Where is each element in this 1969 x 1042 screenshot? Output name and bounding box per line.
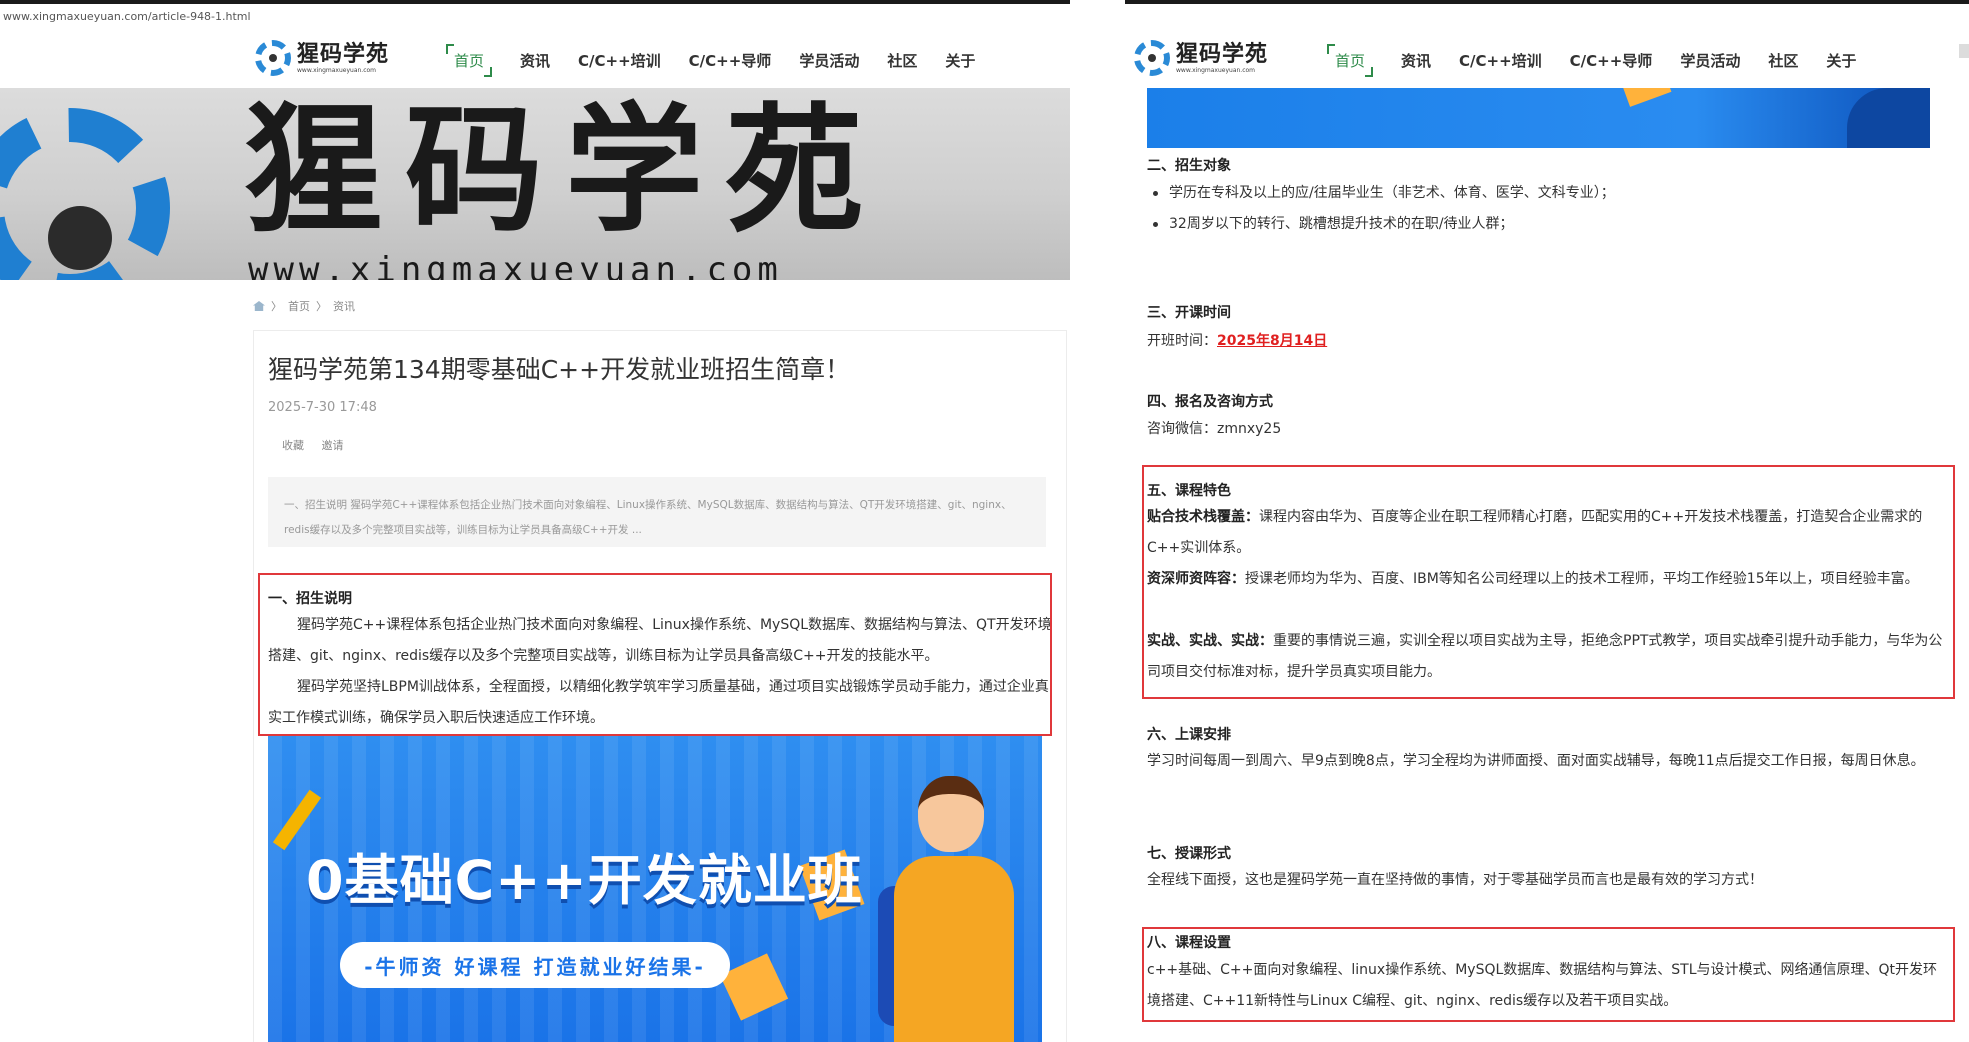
start-date-label: 开班时间：	[1147, 333, 1217, 349]
logo-name: 猩码学苑	[297, 41, 390, 67]
scrollbar-thumb[interactable]	[1959, 44, 1969, 58]
nav-home[interactable]: 首页	[446, 44, 493, 77]
nav-community[interactable]: 社区	[1768, 50, 1798, 71]
banner-tagline: -牛师资 好课程 打造就业好结果-	[340, 942, 730, 988]
main-nav: 首页 资讯 C/C++培训 C/C++导师 学员活动 社区 关于	[446, 44, 1003, 77]
nav-cpp-mentor[interactable]: C/C++导师	[689, 50, 772, 71]
banner-decoration	[1847, 88, 1930, 148]
hero-banner-image: 猩码学苑 www.xingmaxueyuan.com	[0, 88, 1070, 280]
breadcrumb-news[interactable]: 资讯	[333, 298, 355, 314]
home-icon[interactable]	[253, 301, 265, 311]
logo-url: www.xingmaxueyuan.com	[1176, 66, 1256, 74]
logo-url: www.xingmaxueyuan.com	[297, 66, 377, 74]
book-icon	[1622, 88, 1672, 107]
section-7-title: 七、授课形式	[1147, 846, 1231, 862]
article-title: 猩码学苑第134期零基础C++开发就业班招生简章！	[268, 355, 851, 384]
breadcrumb-home[interactable]: 首页	[288, 298, 310, 314]
section-3-title: 三、开课时间	[1147, 305, 1231, 321]
nav-about[interactable]: 关于	[945, 50, 975, 71]
nav-news[interactable]: 资讯	[520, 50, 550, 71]
nav-about[interactable]: 关于	[1826, 50, 1856, 71]
list-item: 学历在专科及以上的应/往届毕业生（非艺术、体育、医学、文科专业）；	[1147, 178, 1615, 209]
start-date-line: 开班时间：2025年8月14日	[1147, 326, 1327, 357]
section-6-title: 六、上课安排	[1147, 727, 1231, 743]
logo-mark-icon	[255, 40, 291, 76]
contact-wechat: 咨询微信：zmnxy25	[1147, 421, 1282, 437]
nav-cpp-mentor[interactable]: C/C++导师	[1570, 50, 1653, 71]
article-summary: 一、招生说明 猩码学苑C++课程体系包括企业热门技术面向对象编程、Linux操作…	[268, 477, 1046, 547]
site-logo[interactable]: 猩码学苑 www.xingmaxueyuan.com	[255, 40, 389, 76]
nav-student-activity[interactable]: 学员活动	[1680, 50, 1740, 71]
section-4-title: 四、报名及咨询方式	[1147, 394, 1273, 410]
logo-name: 猩码学苑	[1176, 41, 1269, 67]
section-2-title: 二、招生对象	[1147, 158, 1231, 174]
student-body	[894, 856, 1014, 1042]
start-date-link[interactable]: 2025年8月14日	[1217, 333, 1327, 349]
address-bar-url[interactable]: www.xingmaxueyuan.com/article-948-1.html	[3, 10, 251, 23]
site-logo[interactable]: 猩码学苑 www.xingmaxueyuan.com	[1134, 40, 1268, 76]
left-browser-panel: www.xingmaxueyuan.com/article-948-1.html…	[0, 0, 1070, 1042]
nav-student-activity[interactable]: 学员活动	[799, 50, 859, 71]
schedule-text: 学习时间每周一到周六、早9点到晚8点，学习全程均为讲师面授、面对面实战辅导，每晚…	[1147, 753, 1925, 769]
highlight-box-section-5	[1142, 465, 1955, 699]
favorite-button[interactable]: 收藏	[282, 439, 304, 452]
window-top-border	[0, 0, 1070, 4]
highlight-box-section-8	[1142, 927, 1955, 1022]
article-date: 2025-7-30 17:48	[268, 400, 377, 415]
nav-cpp-training[interactable]: C/C++培训	[578, 50, 661, 71]
course-banner-image-bottom	[1147, 88, 1930, 148]
breadcrumb-separator: 〉	[271, 300, 282, 313]
breadcrumb-separator: 〉	[316, 300, 327, 313]
article-actions: 收藏 邀请	[282, 437, 358, 453]
breadcrumb: 〉 首页 〉 资讯	[253, 298, 355, 314]
hero-wall-url: www.xingmaxueyuan.com	[248, 250, 783, 280]
nav-community[interactable]: 社区	[887, 50, 917, 71]
hero-wall-text: 猩码学苑	[245, 90, 886, 251]
main-nav: 首页 资讯 C/C++培训 C/C++导师 学员活动 社区 关于	[1327, 44, 1884, 77]
invite-button[interactable]: 邀请	[322, 439, 344, 452]
logo-mark-icon	[1134, 40, 1170, 76]
student-head	[918, 776, 984, 852]
list-item: 32周岁以下的转行、跳槽想提升技术的在职/待业人群；	[1147, 209, 1615, 240]
highlight-box-section-1	[258, 573, 1052, 736]
enrollment-target-list: 学历在专科及以上的应/往届毕业生（非艺术、体育、医学、文科专业）； 32周岁以下…	[1147, 178, 1615, 240]
banner-title: 0基础C++开发就业班	[306, 849, 863, 912]
teaching-format-text: 全程线下面授，这也是猩码学苑一直在坚持做的事情，对于零基础学员而言也是最有效的学…	[1147, 872, 1763, 888]
window-top-border	[1125, 0, 1969, 4]
course-banner-image: 0基础C++开发就业班 -牛师资 好课程 打造就业好结果-	[268, 736, 1042, 1042]
nav-cpp-training[interactable]: C/C++培训	[1459, 50, 1542, 71]
right-browser-panel: 猩码学苑 www.xingmaxueyuan.com 首页 资讯 C/C++培训…	[1125, 0, 1969, 1042]
hero-logo-center	[48, 206, 112, 270]
nav-home[interactable]: 首页	[1327, 44, 1374, 77]
student-illustration	[878, 776, 1038, 1042]
nav-news[interactable]: 资讯	[1401, 50, 1431, 71]
